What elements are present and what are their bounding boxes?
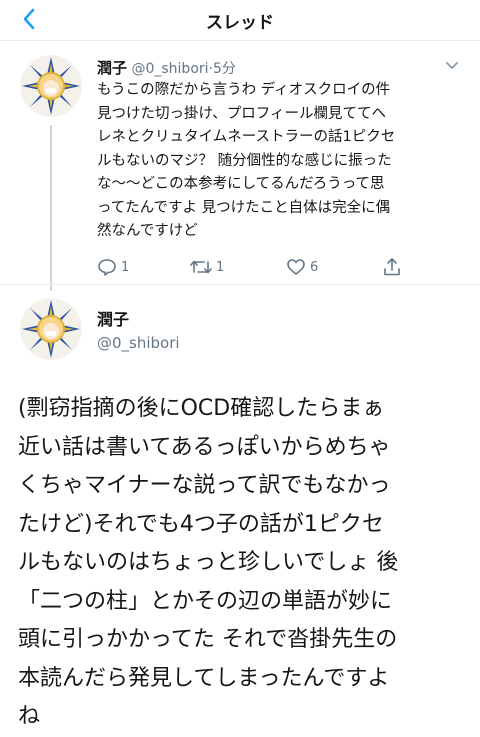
text-line: な〜〜どこの本参考にしてるんだろうって思	[97, 176, 385, 192]
heart-icon	[287, 259, 305, 275]
author-handle[interactable]: @0_shibori	[131, 61, 208, 77]
text-line: 見つけた切っ掛け、プロフィール欄見ててヘ	[97, 105, 386, 122]
reply-icon	[98, 259, 116, 276]
tweet-header: 潤子 @0_shibori·5分	[97, 57, 236, 78]
nav-bar: スレッド	[0, 0, 480, 41]
share-button[interactable]	[382, 255, 406, 279]
tweet-actions: 1 1 6	[97, 255, 427, 279]
text-line: 本読んだら発見してしまったんですよ	[18, 665, 390, 691]
text-line: 「二つの柱」とかその辺の単語が妙に	[18, 588, 393, 614]
avatar[interactable]	[20, 55, 82, 117]
divider	[0, 284, 480, 285]
author-name[interactable]: 潤子	[97, 306, 129, 330]
text-line: (剽窃指摘の後にOCD確認したらまぁ	[18, 396, 385, 421]
text-line: たけど)それでも4つ子の話が1ピクセ	[18, 511, 384, 537]
text-line: ってたんですよ 見つけたこと自体は完全に偶	[97, 199, 391, 216]
retweet-button[interactable]: 1	[190, 255, 224, 279]
text-line: もうこの際だから言うわ ディオスクロイの件	[97, 82, 391, 98]
like-count: 6	[310, 259, 319, 275]
retweet-count: 1	[216, 259, 225, 275]
page-title: スレッド	[206, 13, 274, 33]
text-line: 近い話は書いてあるっぽいからめちゃ	[18, 434, 391, 460]
thread-line	[50, 125, 52, 291]
reply-count: 1	[121, 259, 130, 275]
text-line: レネとクリュタイムネーストラーの話1ピクセ	[97, 129, 396, 145]
author-handle[interactable]: @0_shibori	[97, 334, 180, 352]
author-name[interactable]: 潤子	[97, 59, 127, 77]
reply-tweet[interactable]: 潤子 @0_shibori·5分 もうこの際だから言うわ ディオスクロイの件 見…	[0, 41, 480, 291]
reply-button[interactable]: 1	[97, 255, 129, 279]
text-line: ね	[18, 704, 41, 729]
text-line: ルもないのはちょっと珍しいでしょ 後	[18, 550, 399, 575]
timestamp[interactable]: 5分	[213, 61, 236, 77]
avatar[interactable]	[20, 298, 82, 360]
like-button[interactable]: 6	[286, 255, 318, 279]
retweet-icon	[190, 260, 212, 274]
text-line: 然なんですけど	[97, 223, 198, 239]
text-line: くちゃマイナーな説って訳でもなかっ	[18, 473, 391, 498]
text-line: 頭に引っかかってた それで沓掛先生の	[18, 627, 398, 652]
tweet-text: (剽窃指摘の後にOCD確認したらまぁ 近い話は書いてあるっぽいからめちゃ くちゃ…	[18, 390, 468, 737]
chevron-down-icon[interactable]	[444, 57, 460, 73]
tweet-text: もうこの際だから言うわ ディオスクロイの件 見つけた切っ掛け、プロフィール欄見て…	[97, 79, 467, 244]
text-line: ルもないのマジ？ 随分個性的な感じに振った	[97, 152, 392, 169]
share-icon	[384, 258, 400, 276]
